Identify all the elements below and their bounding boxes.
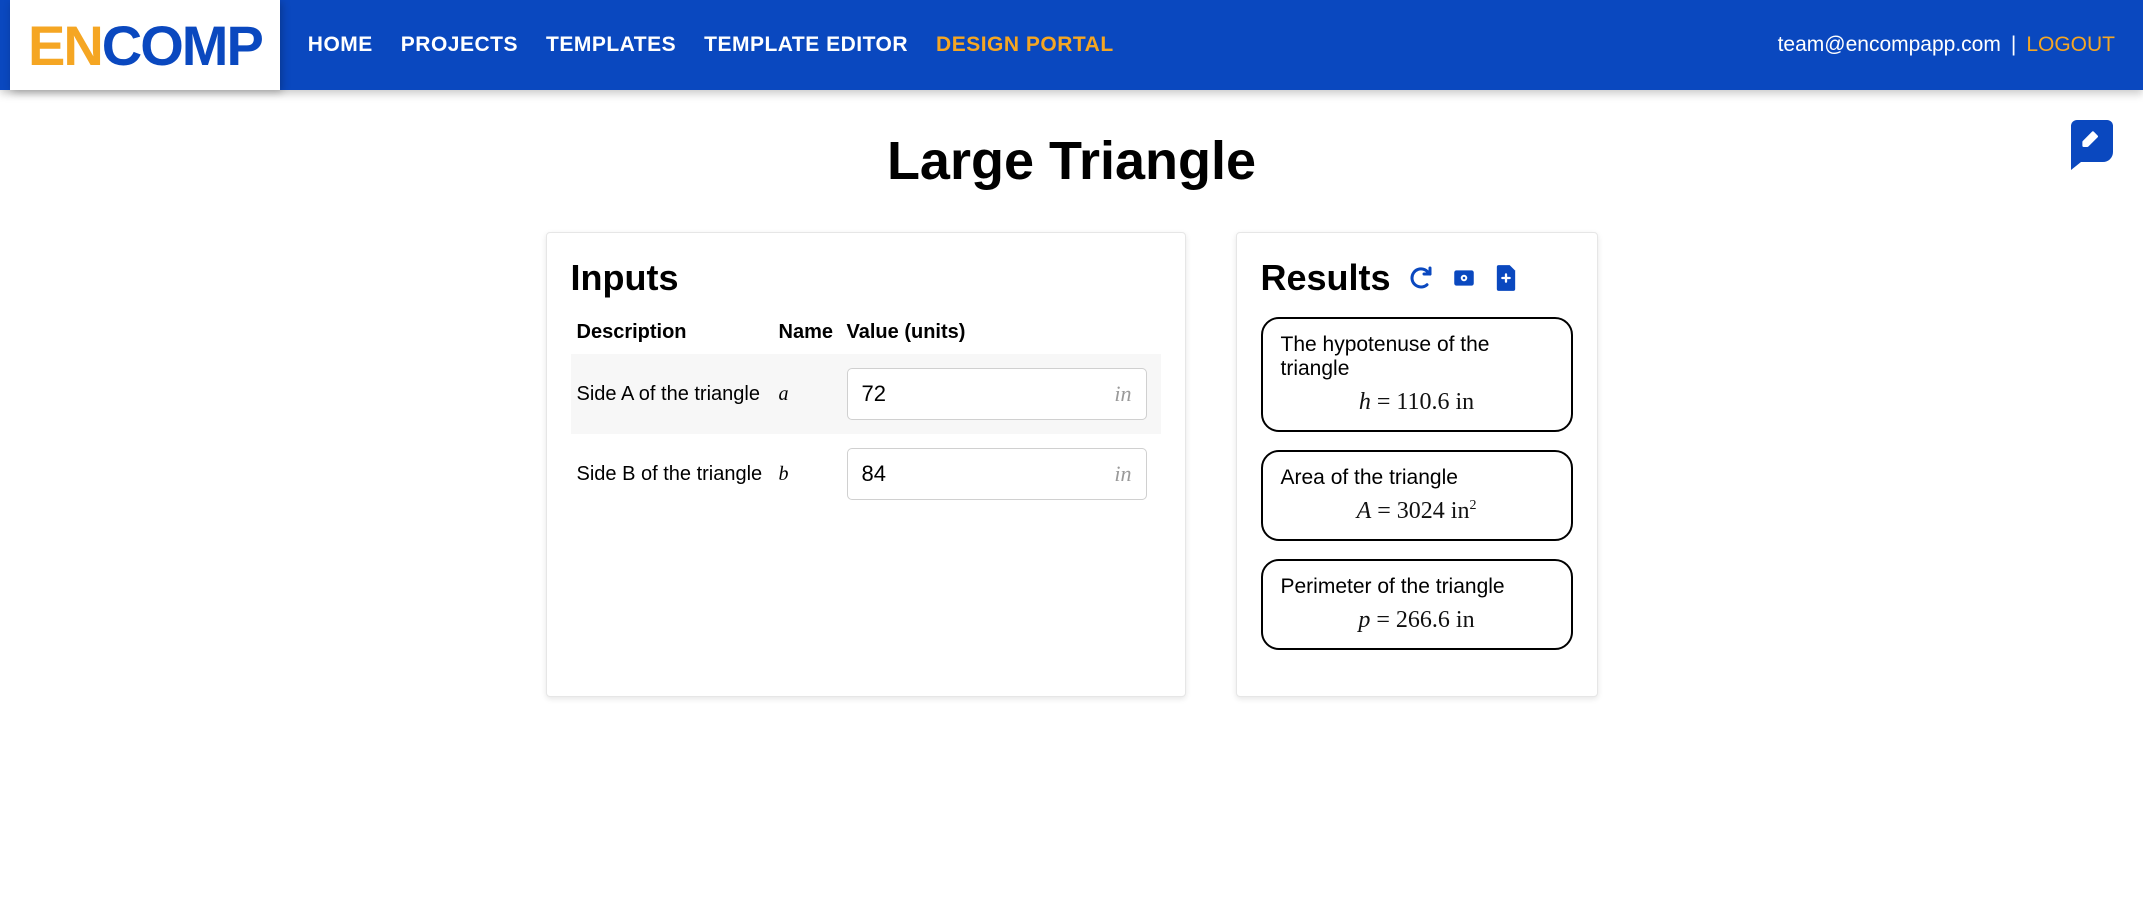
result-item: Perimeter of the triangle p = 266.6 in <box>1261 559 1573 650</box>
preview-icon[interactable] <box>1451 265 1477 291</box>
inputs-table: Description Name Value (units) Side A of… <box>571 313 1161 514</box>
results-panel: Results The hypote <box>1236 232 1598 697</box>
col-value: Value (units) <box>841 313 1161 354</box>
page-title: Large Triangle <box>0 130 2143 192</box>
input-unit: in <box>1114 461 1131 487</box>
edit-icon <box>2081 130 2103 152</box>
logout-link[interactable]: LOGOUT <box>2026 33 2115 57</box>
nav-link-projects[interactable]: PROJECTS <box>401 33 518 57</box>
inputs-panel: Inputs Description Name Value (units) Si… <box>546 232 1186 697</box>
nav-link-templates[interactable]: TEMPLATES <box>546 33 676 57</box>
input-description: Side B of the triangle <box>571 434 773 514</box>
results-header: Results <box>1261 257 1573 299</box>
nav-link-template-editor[interactable]: TEMPLATE EDITOR <box>704 33 908 57</box>
logo[interactable]: ENCOMP <box>10 0 280 90</box>
inputs-title: Inputs <box>571 257 1161 299</box>
refresh-icon[interactable] <box>1409 266 1433 290</box>
nav-right: team@encompapp.com | LOGOUT <box>1778 33 2115 57</box>
add-file-icon[interactable] <box>1495 265 1517 291</box>
result-label: The hypotenuse of the triangle <box>1281 333 1553 381</box>
input-row: Side A of the trianglea in <box>571 354 1161 434</box>
col-name: Name <box>773 313 841 354</box>
result-item: Area of the triangle A = 3024 in2 <box>1261 450 1573 541</box>
navbar: ENCOMP HOME PROJECTS TEMPLATES TEMPLATE EDI… <box>0 0 2143 90</box>
input-unit: in <box>1114 381 1131 407</box>
user-email: team@encompapp.com <box>1778 33 2001 57</box>
col-description: Description <box>571 313 773 354</box>
result-label: Perimeter of the triangle <box>1281 575 1553 599</box>
input-name: a <box>773 354 841 434</box>
content: Inputs Description Name Value (units) Si… <box>0 232 2143 697</box>
result-formula: p = 266.6 in <box>1281 607 1553 634</box>
result-formula: h = 110.6 in <box>1281 389 1553 416</box>
logo-text: ENCOMP <box>28 13 262 78</box>
nav-link-home[interactable]: HOME <box>308 33 373 57</box>
feedback-button[interactable] <box>2071 120 2113 162</box>
nav-link-design-portal[interactable]: DESIGN PORTAL <box>936 33 1114 57</box>
results-title: Results <box>1261 257 1391 299</box>
result-label: Area of the triangle <box>1281 466 1553 490</box>
input-name: b <box>773 434 841 514</box>
result-item: The hypotenuse of the triangle h = 110.6 … <box>1261 317 1573 432</box>
input-description: Side A of the triangle <box>571 354 773 434</box>
input-value-field[interactable] <box>862 461 1115 487</box>
nav-links: HOME PROJECTS TEMPLATES TEMPLATE EDITOR DESI… <box>308 33 1114 57</box>
input-row: Side B of the triangleb in <box>571 434 1161 514</box>
result-formula: A = 3024 in2 <box>1281 498 1553 525</box>
input-value-field[interactable] <box>862 381 1115 407</box>
input-value-cell: in <box>841 354 1161 434</box>
input-value-cell: in <box>841 434 1161 514</box>
separator: | <box>2011 33 2016 57</box>
